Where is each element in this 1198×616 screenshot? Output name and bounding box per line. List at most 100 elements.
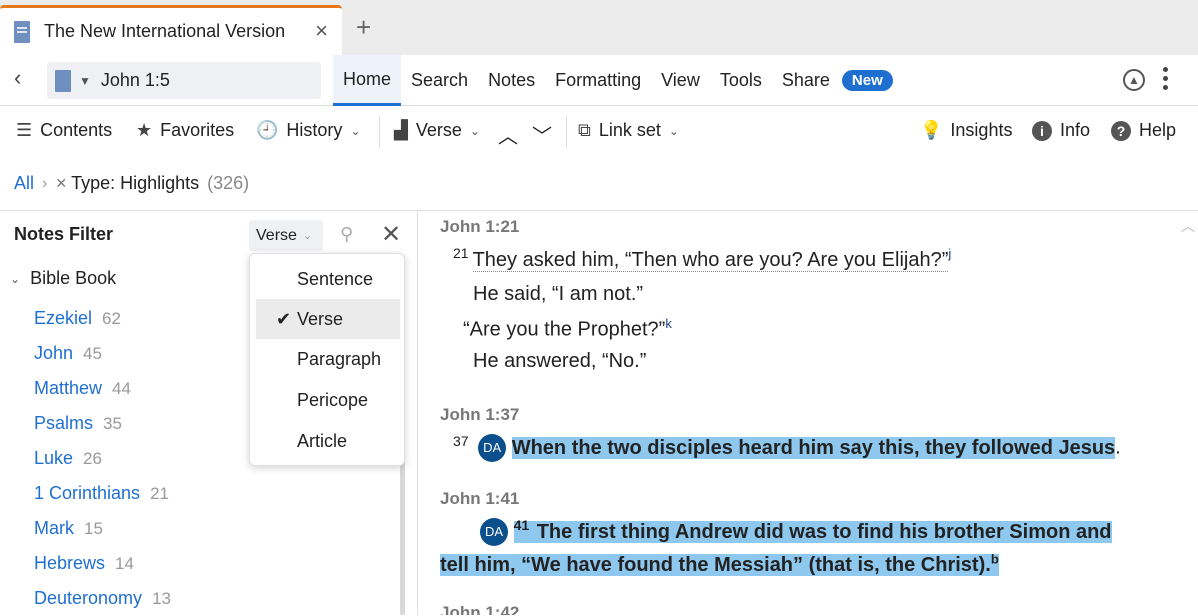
granularity-select[interactable]: Verse ⌄: [249, 220, 323, 251]
menu-home[interactable]: Home: [333, 55, 402, 106]
close-tab-icon[interactable]: ×: [315, 18, 328, 44]
book-name[interactable]: John: [34, 343, 73, 364]
help-icon: ?: [1111, 120, 1131, 141]
help-label: Help: [1139, 120, 1177, 140]
book-item[interactable]: Matthew 44: [34, 371, 171, 406]
favorites-button[interactable]: ★ Favorites: [136, 120, 234, 141]
book-item[interactable]: Ezekiel 62: [34, 301, 171, 336]
verse-number: 41: [513, 517, 530, 533]
verse-line: tell him, “We have found the Messiah” (t…: [440, 551, 999, 577]
option-paragraph[interactable]: Paragraph: [256, 339, 400, 379]
verse-text: The first thing Andrew did was to find h…: [536, 520, 1112, 543]
reference-box[interactable]: ▼ John 1:5: [47, 62, 321, 99]
book-item[interactable]: Psalms 35: [34, 406, 171, 441]
menu-tools[interactable]: Tools: [710, 55, 772, 106]
menu-view[interactable]: View: [651, 55, 710, 106]
scroll-up-icon[interactable]: ︿: [1181, 216, 1195, 236]
option-pericope[interactable]: Pericope: [256, 380, 400, 420]
next-verse-button[interactable]: ﹀: [532, 120, 552, 149]
info-label: Info: [1060, 120, 1091, 140]
menu-notes[interactable]: Notes: [478, 55, 545, 106]
info-icon: i: [1032, 120, 1052, 141]
favorites-label: Favorites: [160, 120, 235, 140]
verse-line: He said, “I am not.”: [473, 283, 644, 305]
book-count: 14: [115, 553, 134, 573]
book-name[interactable]: Hebrews: [34, 553, 105, 574]
back-arrow-icon[interactable]: ‹: [14, 65, 21, 91]
chevron-down-icon[interactable]: ▼: [79, 74, 91, 88]
reference-text[interactable]: John 1:5: [101, 70, 170, 91]
book-item[interactable]: Mark 15: [34, 511, 171, 546]
star-icon: ★: [136, 120, 153, 140]
book-name[interactable]: Luke: [34, 448, 73, 469]
close-icon[interactable]: ✕: [381, 220, 401, 249]
footnote-marker[interactable]: b: [991, 551, 999, 566]
insights-button[interactable]: 💡 Insights: [920, 120, 1012, 141]
document-tab[interactable]: The New International Version ×: [0, 5, 342, 55]
footnote-marker[interactable]: k: [665, 316, 672, 331]
add-tab-icon[interactable]: +: [356, 12, 371, 43]
book-name[interactable]: Matthew: [34, 378, 102, 399]
breadcrumb-count: (326): [207, 173, 250, 193]
book-count: 45: [83, 343, 102, 363]
verse-label: Verse: [415, 120, 462, 140]
verse-line: “Are you the Prophet?”k: [463, 316, 672, 342]
menu-formatting[interactable]: Formatting: [545, 55, 651, 106]
book-name[interactable]: Psalms: [34, 413, 93, 434]
contents-button[interactable]: ☰ Contents: [16, 120, 112, 141]
footnote-marker[interactable]: j: [948, 246, 951, 261]
book-name[interactable]: Mark: [34, 518, 74, 539]
search-icon[interactable]: ⚲: [340, 224, 353, 245]
verse-reference[interactable]: John 1:37: [440, 405, 519, 425]
option-article[interactable]: Article: [256, 421, 400, 461]
previous-verse-button[interactable]: ︿: [498, 120, 518, 149]
remove-filter-icon[interactable]: ✕: [55, 175, 67, 192]
link-icon: ⧉: [578, 120, 591, 140]
bible-book-group-label: Bible Book: [30, 268, 117, 288]
author-badge[interactable]: DA: [478, 434, 507, 463]
verse-number: 21: [453, 245, 469, 261]
book-item[interactable]: John 45: [34, 336, 171, 371]
verse-button[interactable]: ▟ Verse ⌄: [394, 120, 480, 141]
author-badge[interactable]: DA: [480, 518, 508, 547]
verse-reference[interactable]: John 1:42: [440, 603, 519, 615]
menu-share[interactable]: Share: [772, 55, 840, 106]
highlighted-text[interactable]: 41 The first thing Andrew did was to fin…: [513, 517, 1112, 543]
verse-text[interactable]: They asked him, “Then who are you? Are y…: [472, 248, 949, 272]
book-name[interactable]: Ezekiel: [34, 308, 92, 329]
link-set-button[interactable]: ⧉ Link set ⌄: [578, 120, 679, 141]
option-label: Sentence: [297, 268, 374, 289]
toolbar-divider: [566, 116, 567, 148]
new-badge[interactable]: New: [841, 70, 893, 91]
breadcrumb-all[interactable]: All: [14, 173, 34, 194]
notes-content: ︿ John 1:21 21 They asked him, “Then who …: [419, 211, 1198, 615]
history-button[interactable]: 🕘 History ⌄: [256, 120, 361, 141]
option-label: Pericope: [297, 389, 369, 410]
checkmark-icon: ✔: [276, 308, 292, 329]
highlighted-text[interactable]: When the two disciples heard him say thi…: [511, 436, 1116, 459]
menu-search[interactable]: Search: [401, 55, 478, 106]
chevron-down-icon: ⌄: [10, 271, 21, 286]
help-button[interactable]: ? Help: [1111, 120, 1176, 141]
option-verse[interactable]: ✔ Verse: [256, 299, 400, 339]
book-item[interactable]: 1 Corinthians 21: [34, 476, 171, 511]
book-name[interactable]: Deuteronomy: [34, 588, 142, 609]
bible-book-group[interactable]: ⌄ Bible Book: [10, 268, 116, 289]
book-item[interactable]: Hebrews 14: [34, 546, 171, 581]
bar-chart-icon: ▟: [394, 120, 408, 140]
verse-line: 37 DA When the two disciples heard him s…: [453, 433, 1121, 463]
verse-reference[interactable]: John 1:41: [440, 489, 519, 509]
more-options-icon[interactable]: [1163, 67, 1169, 94]
info-button[interactable]: i Info: [1032, 120, 1090, 141]
granularity-dropdown: Sentence ✔ Verse Paragraph Pericope Artic…: [249, 253, 405, 466]
book-item[interactable]: Deuteronomy 13: [34, 581, 171, 616]
highlighted-text[interactable]: tell him, “We have found the Messiah” (t…: [440, 551, 999, 576]
verse-reference[interactable]: John 1:21: [440, 217, 519, 237]
book-name[interactable]: 1 Corinthians: [34, 483, 140, 504]
collapse-up-icon[interactable]: ▲: [1123, 69, 1145, 91]
chevron-down-icon: ⌄: [469, 123, 480, 138]
verse-text: “Are you the Prophet?”: [463, 318, 666, 341]
book-item[interactable]: Luke 26: [34, 441, 171, 476]
breadcrumb-separator-icon: ›: [42, 174, 48, 192]
option-sentence[interactable]: Sentence: [256, 259, 400, 299]
